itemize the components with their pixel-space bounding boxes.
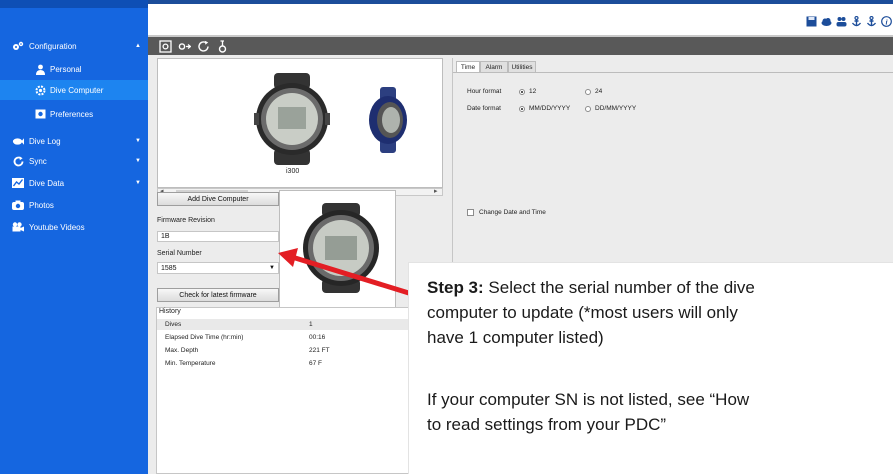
date-mdy-radio[interactable] — [519, 106, 525, 112]
sidebar-item-youtube-videos[interactable]: Youtube Videos — [0, 217, 148, 237]
date-dmy-radio[interactable] — [585, 106, 591, 112]
change-date-checkbox[interactable] — [467, 209, 474, 216]
callout-line-1: Step 3: Select the serial number of the … — [427, 275, 755, 300]
hour-12-option: 12 — [529, 88, 537, 95]
chevron-down-icon: ▼ — [135, 158, 141, 164]
sync-icon — [12, 155, 24, 167]
history-value: 221 FT — [309, 347, 330, 354]
sidebar-item-dive-data[interactable]: Dive Data ▼ — [0, 173, 148, 193]
read-settings-icon[interactable] — [159, 40, 172, 53]
hour-24-radio[interactable] — [585, 89, 591, 95]
preferences-icon — [34, 108, 46, 120]
device-image-panel: i300 — [157, 58, 443, 188]
top-bar: i — [148, 0, 893, 37]
anchor-alt-icon[interactable] — [866, 16, 877, 27]
sidebar-item-label: Personal — [50, 64, 82, 74]
sidebar-item-dive-computer[interactable]: Dive Computer — [0, 80, 148, 100]
tab-divider — [453, 72, 893, 73]
sidebar-item-label: Dive Log — [29, 136, 61, 146]
sidebar-item-label: Youtube Videos — [29, 222, 85, 232]
cloud-icon[interactable] — [821, 16, 832, 27]
users-icon[interactable] — [836, 16, 847, 27]
scroll-right-icon[interactable]: ▸ — [434, 187, 438, 195]
chevron-down-icon: ▼ — [135, 180, 141, 186]
history-title: History — [159, 308, 181, 315]
anchor-icon[interactable] — [851, 16, 862, 27]
history-value: 1 — [309, 321, 313, 328]
serial-number-value: 1585 — [161, 264, 177, 272]
firmware-field[interactable]: 1B — [157, 231, 279, 242]
sidebar-item-label: Dive Computer — [50, 85, 104, 95]
history-value: 67 F — [309, 360, 323, 367]
sidebar-item-dive-log[interactable]: Dive Log ▼ — [0, 131, 148, 151]
chart-icon — [12, 177, 24, 189]
sidebar-item-photos[interactable]: Photos — [0, 195, 148, 215]
write-settings-icon[interactable] — [178, 40, 191, 53]
sidebar-item-sync[interactable]: Sync ▼ — [0, 151, 148, 171]
callout-line-4: If your computer SN is not listed, see “… — [427, 390, 750, 409]
camera-icon — [12, 199, 24, 211]
add-dive-computer-button[interactable]: Add Dive Computer — [157, 192, 279, 206]
date-dmy-option: DD/MM/YYYY — [595, 105, 637, 112]
callout-step-text: Select the serial number of the dive — [483, 278, 755, 297]
chevron-down-icon[interactable]: ▼ — [269, 265, 275, 271]
annotation-arrow — [278, 248, 413, 297]
tab-alarm[interactable]: Alarm — [480, 61, 508, 72]
firmware-icon[interactable] — [216, 40, 229, 53]
device-model-label: i300 — [286, 168, 300, 175]
sidebar-top-strip — [0, 0, 148, 8]
serial-label: Serial Number — [157, 250, 202, 257]
refresh-icon[interactable] — [197, 40, 210, 53]
serial-number-select[interactable]: 1585 ▼ — [157, 262, 279, 274]
sidebar-item-label: Sync — [29, 156, 47, 166]
history-label: Dives — [165, 321, 182, 328]
sidebar-item-label: Configuration — [29, 41, 77, 51]
date-format-label: Date format — [467, 105, 501, 112]
history-value: 00:16 — [309, 334, 326, 341]
video-icon — [12, 221, 24, 233]
sidebar-item-configuration[interactable]: Configuration ▲ — [0, 36, 148, 56]
toolbar — [148, 37, 893, 55]
sidebar-item-label: Dive Data — [29, 178, 65, 188]
callout-line-5: to read settings from your PDC” — [427, 415, 667, 434]
history-label: Min. Temperature — [165, 360, 216, 367]
hour-24-option: 24 — [595, 88, 603, 95]
callout-line-2: computer to update (*most users will onl… — [427, 303, 738, 322]
sidebar-item-label: Photos — [29, 200, 54, 210]
sidebar-item-preferences[interactable]: Preferences — [0, 104, 148, 124]
tab-utilities[interactable]: Utilities — [508, 61, 536, 72]
person-icon — [34, 63, 46, 75]
watch-side-image — [369, 87, 407, 153]
annotation-callout: Step 3: Select the serial number of the … — [408, 262, 893, 474]
fish-icon — [12, 135, 24, 147]
hour-format-label: Hour format — [467, 88, 502, 95]
history-label: Max. Depth — [165, 347, 199, 354]
callout-step-label: Step 3: — [427, 278, 484, 297]
svg-text:i: i — [885, 17, 888, 26]
watch-image — [254, 73, 330, 165]
info-icon[interactable]: i — [881, 16, 892, 27]
sidebar-item-label: Preferences — [50, 109, 94, 119]
save-icon[interactable] — [806, 16, 817, 27]
sidebar: Configuration ▲ Personal Dive Computer P… — [0, 0, 148, 474]
history-label: Elapsed Dive Time (hr:min) — [165, 334, 244, 341]
hour-12-radio[interactable] — [519, 89, 525, 95]
firmware-label: Firmware Revision — [157, 217, 215, 224]
settings-gears-icon — [12, 40, 24, 52]
date-mdy-option: MM/DD/YYYY — [529, 105, 571, 112]
gear-icon — [34, 84, 46, 96]
check-firmware-button[interactable]: Check for latest firmware — [157, 288, 279, 302]
chevron-up-icon: ▲ — [135, 43, 141, 49]
sidebar-item-personal[interactable]: Personal — [0, 59, 148, 79]
callout-line-3: have 1 computer listed) — [427, 328, 604, 347]
chevron-down-icon: ▼ — [135, 138, 141, 144]
change-date-label: Change Date and Time — [479, 209, 546, 216]
top-accent-strip — [148, 0, 893, 4]
